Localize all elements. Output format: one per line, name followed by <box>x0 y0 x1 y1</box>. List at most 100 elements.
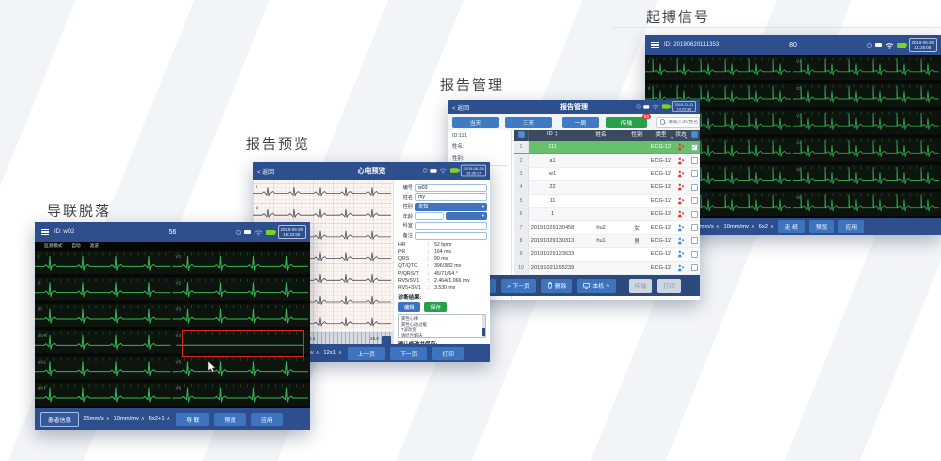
diagnosis-save-button[interactable]: 保存 <box>424 302 446 312</box>
speed-select[interactable]: 25mm/s∧ <box>83 416 109 422</box>
field-input[interactable] <box>415 232 487 240</box>
caret-up-icon: ∧ <box>106 416 110 422</box>
field-select[interactable]: ▾ <box>446 212 487 220</box>
field-input[interactable]: w03 <box>415 184 487 192</box>
row-checkbox[interactable] <box>691 197 698 204</box>
filter-today-button[interactable]: 当天 <box>452 117 499 128</box>
field-label: 编号 <box>397 184 413 191</box>
patient-info-button[interactable]: 患者信息 <box>40 412 79 427</box>
search-box[interactable] <box>656 117 700 128</box>
table-row[interactable]: 920191029123633ECG-12 <box>514 248 700 261</box>
table-row[interactable]: 422ECG-12 <box>514 181 700 194</box>
table-row[interactable]: 511ECG-12 <box>514 195 700 208</box>
pending-count-badge: 54 <box>642 114 651 120</box>
scrollbar-thumb[interactable] <box>482 328 486 336</box>
cell-id: 20191021155239 <box>529 265 576 271</box>
menu-icon[interactable] <box>649 40 661 51</box>
table-row[interactable]: 1020191021155239ECG-12 <box>514 262 700 275</box>
cell-id: 11 <box>529 198 576 204</box>
field-input[interactable] <box>415 212 444 220</box>
cell-type: ECG-12 <box>648 144 674 150</box>
usb-icon <box>875 43 882 47</box>
diagnosis-textbox[interactable]: 窦性心律窦性心动过缓T波改变请结合临床 <box>398 314 486 338</box>
toolbar-button[interactable]: 下一页 <box>390 347 427 360</box>
sidebar-name: 姓名: <box>452 142 507 150</box>
row-checkbox[interactable] <box>691 170 698 177</box>
status-cell <box>674 143 688 151</box>
toolbar-button[interactable]: 上一页 <box>348 347 385 360</box>
toolbar-button[interactable]: 应用 <box>251 413 283 426</box>
select-all-checkbox[interactable] <box>518 131 525 138</box>
wifi-icon <box>652 104 660 110</box>
checkbox-cell <box>688 264 700 271</box>
status-cell <box>674 157 688 165</box>
field-select[interactable]: 未知▾ <box>415 203 487 211</box>
battery-icon <box>897 43 906 48</box>
filter-caret-icon: ▾ <box>685 135 687 140</box>
table-row[interactable]: 820191029130313hu1男ECG-12 <box>514 235 700 248</box>
layout-select[interactable]: 6x2∧ <box>759 224 774 230</box>
field-input[interactable] <box>415 222 487 230</box>
menu-icon[interactable] <box>39 227 51 238</box>
table-row[interactable]: 2a1ECG-12 <box>514 154 700 167</box>
cell-type: ECG-12 <box>648 251 674 257</box>
gain-select[interactable]: 10mm/mv∧ <box>724 224 755 230</box>
next-page-button[interactable]: > 下一页 <box>501 279 535 293</box>
form-row: 科室 <box>397 222 487 230</box>
layout-select[interactable]: 6x2+1∧ <box>149 416 171 422</box>
local-source-select[interactable]: 本机∧ <box>577 279 615 293</box>
table-row[interactable]: 1111ECG-12✓ <box>514 141 700 154</box>
svg-text:II: II <box>38 280 41 285</box>
patient-id: ID: w02 <box>54 229 74 235</box>
field-input[interactable]: my <box>415 193 487 201</box>
patient-form: 编号w03姓名my性别未知▾年龄▾科室备注 HR:52 bpmPR:164 ms… <box>393 180 490 344</box>
toolbar-button[interactable]: 走 纸 <box>778 220 805 233</box>
table-row[interactable]: 61ECG-12 <box>514 208 700 221</box>
bell-icon <box>236 230 241 235</box>
filter-week-button[interactable]: 一周 <box>562 117 599 128</box>
toolbar-button[interactable]: 预览 <box>214 413 246 426</box>
filter-three-days-button[interactable]: 三天 <box>505 117 552 128</box>
row-checkbox[interactable] <box>691 211 698 218</box>
measurement-row: HR:52 bpm <box>398 242 486 248</box>
gain-select[interactable]: 10mm/mv∧ <box>114 416 145 422</box>
row-checkbox[interactable] <box>691 224 698 231</box>
row-checkbox[interactable] <box>691 184 698 191</box>
status-cell <box>674 183 688 191</box>
cell-id: w1 <box>529 171 576 177</box>
cell-id: 20191029130313 <box>529 238 576 244</box>
toolbar-button[interactable]: 打印 <box>432 347 464 360</box>
form-row: 备注 <box>397 232 487 240</box>
table-row[interactable]: 3w1ECG-12 <box>514 168 700 181</box>
form-row: 编号w03 <box>397 184 487 192</box>
delete-button[interactable]: 删除 <box>541 279 573 293</box>
select-all-checkbox[interactable] <box>691 131 698 138</box>
row-checkbox[interactable] <box>691 264 698 271</box>
toolbar-button: 传输 <box>629 279 653 293</box>
back-button[interactable]: < 返回 <box>452 103 469 112</box>
measurement-row: QRS:90 ms <box>398 256 486 262</box>
layout-select[interactable]: 12x1∧ <box>323 350 341 356</box>
svg-text:V2: V2 <box>176 280 182 285</box>
measurement-row: RV5/SV1:2.464/1.066 mv <box>398 278 486 284</box>
svg-text:V4: V4 <box>176 333 182 338</box>
row-checkbox[interactable]: ✓ <box>691 144 698 151</box>
toolbar-button[interactable]: 预览 <box>809 220 835 233</box>
diagnosis-edit-button[interactable]: 编辑 <box>398 302 420 312</box>
table-row[interactable]: 720191029130458hu2女ECG-12 <box>514 221 700 234</box>
row-checkbox[interactable] <box>691 251 698 258</box>
back-button[interactable]: < 返回 <box>257 167 274 176</box>
mode-token: 滤波 <box>90 243 99 249</box>
search-input[interactable] <box>668 120 700 125</box>
toolbar-button[interactable]: 导 联 <box>176 413 209 426</box>
toolbar-button[interactable]: 应用 <box>838 220 864 233</box>
cell-type: ECG-12 <box>648 184 674 190</box>
monitor-icon <box>583 283 590 289</box>
field-label: 备注 <box>397 232 413 239</box>
transfer-queue-button[interactable]: 传输54 <box>606 117 647 128</box>
battery-icon <box>266 230 275 235</box>
cell-id: a1 <box>529 158 576 164</box>
row-checkbox[interactable] <box>691 157 698 164</box>
datetime: 2019-06-2011:26:06 <box>909 38 937 51</box>
row-checkbox[interactable] <box>691 237 698 244</box>
